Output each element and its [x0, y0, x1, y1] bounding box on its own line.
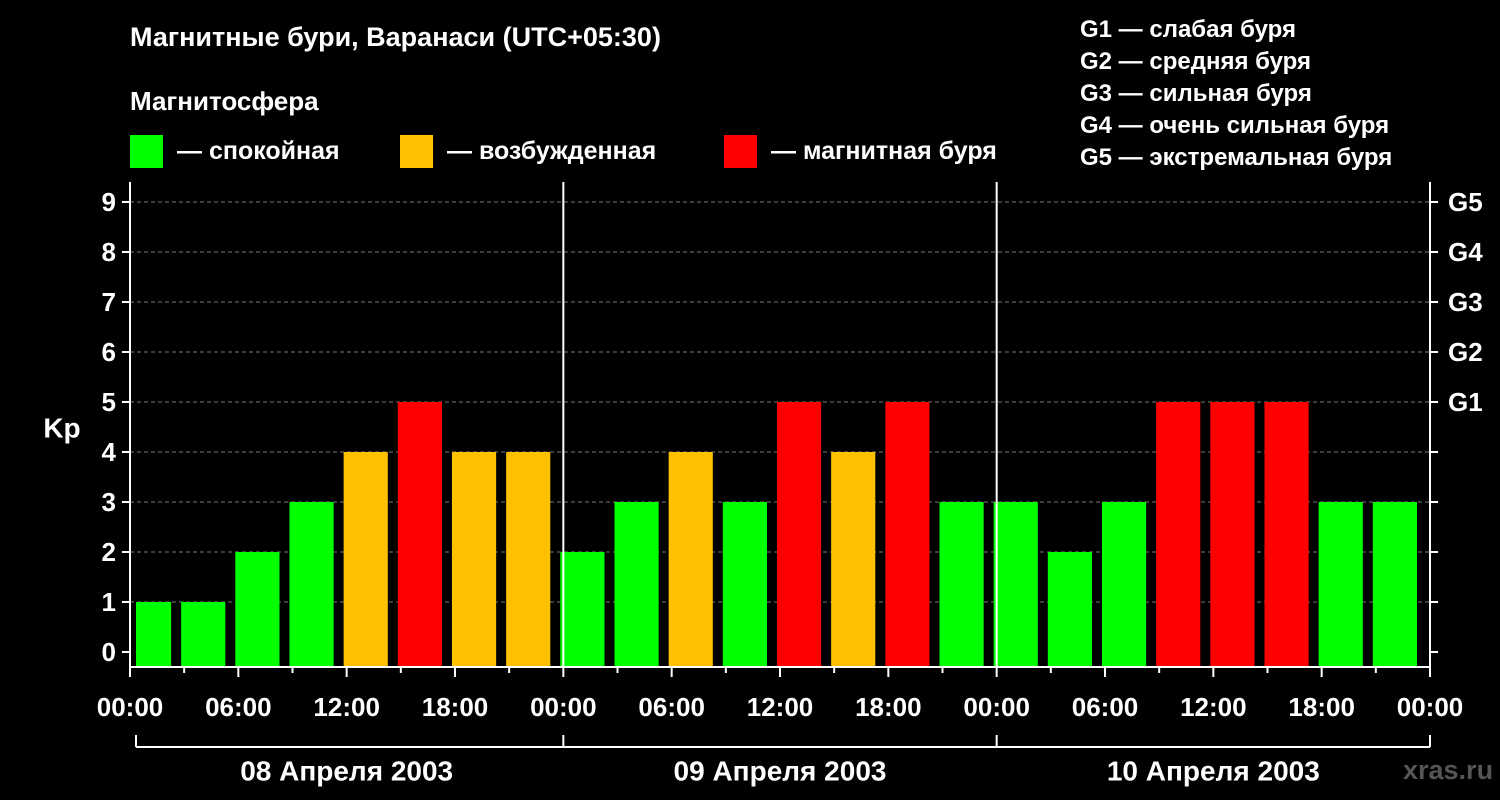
y-tick-label: 8: [102, 237, 116, 267]
kp-bar: [614, 502, 659, 667]
kp-bar: [939, 502, 984, 667]
x-tick-label: 06:00: [638, 692, 705, 722]
y-tick-label: 2: [102, 537, 116, 567]
y-tick-label: 5: [102, 387, 116, 417]
y-tick-label: 9: [102, 187, 116, 217]
g-tick-label: G3: [1448, 287, 1483, 317]
kp-bar: [668, 452, 713, 667]
kp-bar: [722, 502, 767, 667]
kp-bar: [343, 452, 388, 667]
kp-bar: [1156, 402, 1201, 667]
day-label: 09 Апреля 2003: [674, 756, 887, 787]
x-tick-label: 00:00: [530, 692, 597, 722]
kp-bar: [289, 502, 334, 667]
kp-bar: [1047, 552, 1092, 667]
y-tick-label: 6: [102, 337, 116, 367]
g-tick-label: G1: [1448, 387, 1483, 417]
y-tick-label: 7: [102, 287, 116, 317]
kp-bar: [397, 402, 442, 667]
day-label: 10 Апреля 2003: [1107, 756, 1320, 787]
x-tick-label: 18:00: [855, 692, 922, 722]
kp-bar: [776, 402, 822, 667]
x-tick-label: 12:00: [747, 692, 814, 722]
kp-bar: [506, 452, 551, 667]
g-tick-label: G5: [1448, 187, 1483, 217]
day-label: 08 Апреля 2003: [240, 756, 453, 787]
kp-bar: [136, 602, 172, 667]
y-tick-label: 0: [102, 637, 116, 667]
kp-bar: [560, 552, 605, 667]
kp-bar: [235, 552, 280, 667]
x-tick-label: 18:00: [1288, 692, 1355, 722]
y-tick-label: 1: [102, 587, 116, 617]
watermark: xras.ru: [1403, 755, 1494, 785]
kp-bar: [831, 452, 876, 667]
kp-bar: [885, 402, 930, 667]
x-tick-label: 00:00: [963, 692, 1030, 722]
x-tick-label: 00:00: [1397, 692, 1464, 722]
y-tick-label: 4: [102, 437, 117, 467]
kp-chart: 0 1 2 3 4 5 6 7 8 9 G1 G2 G3 G4 G5 Kp 00:00 06:00 12:00 18:…: [43, 182, 1483, 787]
g-tick-label: G2: [1448, 337, 1483, 367]
x-tick-label: 18:00: [422, 692, 489, 722]
kp-bar: [181, 602, 226, 667]
x-tick-label: 00:00: [97, 692, 164, 722]
g-tick-label: G4: [1448, 237, 1483, 267]
kp-bar: [451, 452, 497, 667]
kp-bar: [1372, 502, 1417, 667]
kp-bar: [993, 502, 1038, 667]
kp-bar: [1210, 402, 1255, 667]
x-tick-label: 06:00: [205, 692, 272, 722]
kp-bar: [1264, 402, 1309, 667]
x-tick-label: 12:00: [313, 692, 380, 722]
kp-bar: [1101, 502, 1147, 667]
x-tick-label: 06:00: [1072, 692, 1139, 722]
y-tick-label: 3: [102, 487, 116, 517]
y-axis-label: Kp: [43, 413, 80, 444]
kp-bar: [1318, 502, 1363, 667]
x-tick-label: 12:00: [1180, 692, 1247, 722]
